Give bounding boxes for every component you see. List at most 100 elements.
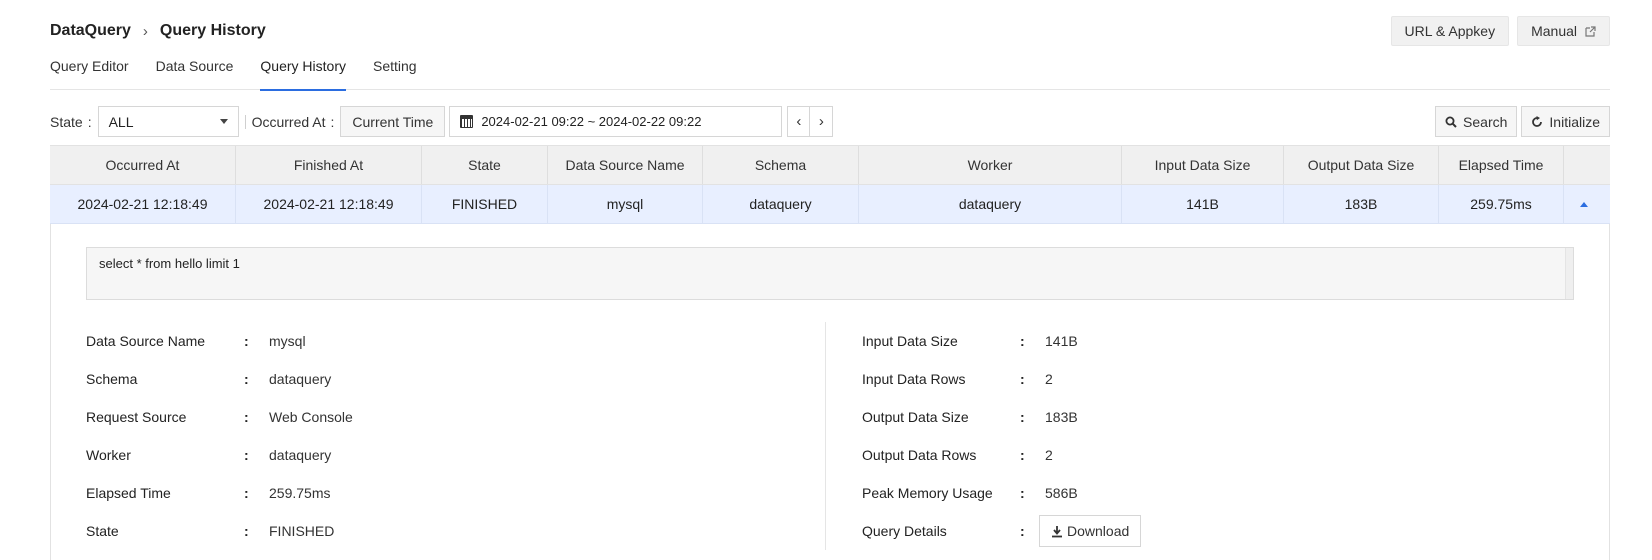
detail-colon: : [244, 371, 249, 387]
external-link-icon [1585, 25, 1596, 37]
column-header[interactable]: State [422, 146, 548, 184]
page: DataQuery › Query History URL & Appkey M… [0, 0, 1652, 560]
detail-key: Output Data Rows [862, 447, 977, 463]
detail-right-column: Input Data Size : 141B Input Data Rows :… [862, 322, 1462, 550]
detail-value: mysql [269, 333, 306, 349]
detail-row: Input Data Rows : 2 [862, 360, 1462, 398]
chevron-right-icon: › [142, 22, 148, 40]
date-nav: ‹ › [787, 106, 834, 137]
column-header[interactable]: Schema [703, 146, 859, 184]
detail-colon: : [1020, 333, 1025, 349]
detail-value: 586B [1045, 485, 1078, 501]
detail-row: Elapsed Time : 259.75ms [86, 474, 825, 512]
date-range-input[interactable]: 2024-02-21 09:22 ~ 2024-02-22 09:22 [449, 106, 783, 137]
table-cell: dataquery [703, 185, 859, 223]
detail-row: Output Data Size : 183B [862, 398, 1462, 436]
sql-query: select * from hello limit 1 [99, 256, 240, 271]
detail-key: Input Data Size [862, 333, 958, 349]
detail-value: 2 [1045, 447, 1053, 463]
state-select-value: ALL [108, 113, 134, 130]
column-header[interactable]: Data Source Name [548, 146, 703, 184]
state-label: State [50, 113, 83, 130]
detail-row: Peak Memory Usage : 586B [862, 474, 1462, 512]
table-cell: 259.75ms [1439, 185, 1564, 223]
detail-key: Request Source [86, 409, 187, 425]
column-header[interactable]: Input Data Size [1122, 146, 1284, 184]
download-label: Download [1067, 523, 1130, 539]
url-appkey-label: URL & Appkey [1404, 23, 1496, 39]
manual-button[interactable]: Manual [1517, 16, 1610, 46]
detail-colon: : [1020, 485, 1025, 501]
current-time-label: Current Time [352, 113, 434, 130]
state-select[interactable]: ALL [97, 106, 239, 137]
page-title: Query History [159, 22, 266, 39]
detail-key: Peak Memory Usage [862, 485, 993, 501]
breadcrumb-root[interactable]: DataQuery [50, 22, 131, 40]
scrollbar[interactable] [1565, 248, 1573, 299]
detail-key: Worker [86, 447, 131, 463]
detail-colon: : [1020, 371, 1025, 387]
header: DataQuery › Query History URL & Appkey M… [50, 16, 1610, 46]
chevron-right-icon[interactable]: › [810, 106, 834, 137]
divider [244, 114, 246, 129]
detail-row: Input Data Size : 141B [862, 322, 1462, 360]
tab-data-source[interactable]: Data Source [156, 58, 234, 90]
detail-row: Data Source Name : mysql [86, 322, 825, 360]
breadcrumb: DataQuery › Query History [50, 22, 266, 40]
current-time-button[interactable]: Current Time [340, 106, 446, 137]
refresh-icon [1532, 115, 1543, 127]
detail-key: Data Source Name [86, 333, 206, 349]
column-header[interactable]: Worker [859, 146, 1122, 184]
search-button[interactable]: Search [1435, 106, 1518, 137]
column-header[interactable]: Output Data Size [1284, 146, 1439, 184]
detail-colon: : [244, 485, 249, 501]
detail-colon: : [244, 523, 249, 539]
tab-setting[interactable]: Setting [373, 58, 417, 90]
manual-label: Manual [1531, 23, 1577, 39]
detail-value: 259.75ms [269, 485, 331, 501]
column-header[interactable]: Elapsed Time [1439, 146, 1564, 184]
detail-row: Output Data Rows : 2 [862, 436, 1462, 474]
sql-text[interactable]: select * from hello limit 1 [86, 247, 1574, 300]
table-row[interactable]: 2024-02-21 12:18:49 2024-02-21 12:18:49 … [50, 185, 1610, 224]
caret-down-icon [219, 119, 228, 124]
detail-key: State [86, 523, 119, 539]
occurred-at-label: Occurred At [251, 113, 326, 130]
search-icon [1445, 116, 1457, 128]
detail-key: Input Data Rows [862, 371, 966, 387]
table-cell: 141B [1122, 185, 1284, 223]
tab-query-editor[interactable]: Query Editor [50, 58, 129, 90]
table-header: Occurred At Finished At State Data Sourc… [50, 145, 1610, 185]
date-range-value: 2024-02-21 09:22 ~ 2024-02-22 09:22 [481, 114, 702, 129]
detail-value: Web Console [269, 409, 353, 425]
state-colon: : [87, 113, 92, 130]
detail-colon: : [244, 409, 249, 425]
table-cell: 183B [1284, 185, 1439, 223]
table-cell: 2024-02-21 12:18:49 [50, 185, 236, 223]
initialize-button[interactable]: Initialize [1521, 106, 1610, 137]
detail-colon: : [1020, 409, 1025, 425]
download-button[interactable]: Download [1039, 515, 1142, 547]
detail-value: dataquery [269, 371, 332, 387]
column-header-empty [1564, 146, 1604, 184]
detail-value: 141B [1045, 333, 1078, 349]
detail-key: Schema [86, 371, 138, 387]
column-header[interactable]: Finished At [236, 146, 422, 184]
detail-value: 183B [1045, 409, 1078, 425]
detail-value: 2 [1045, 371, 1053, 387]
collapse-row-button[interactable] [1564, 185, 1604, 223]
chevron-left-icon[interactable]: ‹ [787, 106, 811, 137]
table-cell: 2024-02-21 12:18:49 [236, 185, 422, 223]
url-appkey-button[interactable]: URL & Appkey [1390, 16, 1510, 46]
detail-key: Elapsed Time [86, 485, 171, 501]
caret-up-icon [1580, 201, 1588, 207]
detail-key: Query Details [862, 523, 947, 539]
detail-row: Query Details : Download [862, 512, 1462, 550]
detail-key: Output Data Size [862, 409, 969, 425]
column-header[interactable]: Occurred At [50, 146, 236, 184]
tab-query-history[interactable]: Query History [260, 58, 346, 91]
query-detail-panel: select * from hello limit 1 Data Source … [50, 224, 1610, 560]
detail-row: State : FINISHED [86, 512, 825, 550]
calendar-icon [460, 115, 474, 128]
occurred-colon: : [330, 113, 335, 130]
